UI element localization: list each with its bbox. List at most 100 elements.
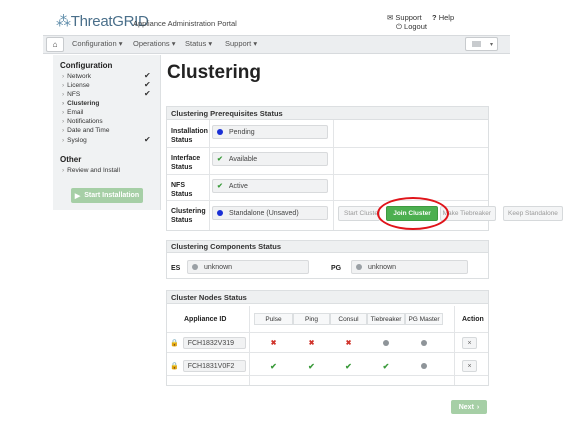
status-dot-icon [356,264,362,270]
status-dot-icon [367,337,405,349]
sidebar-item-syslog[interactable]: › Syslog [62,137,87,144]
status-dot-icon [405,337,443,349]
divider [249,306,250,385]
divider [167,147,488,148]
envelope-icon: ✉ [387,13,394,22]
chevron-right-icon: › [62,82,65,89]
check-icon: ✔ [144,80,151,89]
chevron-right-icon: › [62,73,65,80]
divider [167,375,488,376]
clustering-status-field: Standalone (Unsaved) [212,206,328,220]
x-icon: ✖ [270,340,277,347]
highlight-circle [377,197,449,230]
chevron-right-icon: › [476,403,480,411]
column-header-action: Action [462,316,484,323]
check-icon: ✔ [144,71,151,80]
next-button[interactable]: Next › [451,400,487,414]
column-header-pg-master: PG Master [405,313,443,325]
nav-status[interactable]: Status ▾ [185,39,212,48]
installation-status-field: Pending [212,125,328,139]
prereq-heading: Clustering Prerequisites Status [167,107,488,120]
chevron-down-icon: ▾ [490,41,494,48]
lock-icon: 🔒 [170,340,179,347]
support-link[interactable]: ✉ Support [387,13,422,22]
pg-status-field: unknown [351,260,468,274]
table-row: 🔒 FCH1832V319 [170,337,246,349]
appliance-id-field: FCH1831V0F2 [182,360,246,372]
divider [167,332,488,333]
check-icon: ✔ [217,156,223,163]
divider [167,174,488,175]
nav-support[interactable]: Support ▾ [225,39,257,48]
sidebar-item-clustering[interactable]: › Clustering [62,100,99,107]
nav-configuration[interactable]: Configuration ▾ [72,39,122,48]
divider [333,120,334,230]
sidebar-item-date-time[interactable]: › Date and Time [62,127,109,134]
sidebar-item-license[interactable]: › License [62,82,90,89]
sidebar-config-heading: Configuration [60,61,113,70]
play-icon: ▶ [74,192,81,200]
column-header-pulse: Pulse [254,313,293,325]
check-icon: ✔ [308,361,315,371]
nav-operations[interactable]: Operations ▾ [133,39,176,48]
chevron-right-icon: › [62,100,65,107]
installation-status-label: Installation Status [171,128,208,144]
divider [454,306,455,385]
question-icon: ? [432,13,437,22]
divider [209,120,210,230]
logo-subtitle: Appliance Administration Portal [133,19,237,28]
divider [167,200,488,201]
es-status-field: unknown [187,260,309,274]
status-dot-icon [192,264,198,270]
interface-status-label: Interface Status [171,155,201,171]
language-dropdown[interactable]: ▾ [465,37,498,51]
sidebar-item-notifications[interactable]: › Notifications [62,118,103,125]
sidebar-item-email[interactable]: › Email [62,109,83,116]
x-icon: ✖ [308,340,315,347]
sidebar-other-heading: Other [60,155,82,164]
flag-icon [472,41,481,47]
check-icon: ✔ [144,135,151,144]
chevron-right-icon: › [62,167,65,174]
keep-standalone-button[interactable]: Keep Standalone [503,206,563,221]
remove-node-button[interactable]: × [462,337,477,349]
logout-icon: ⏻ [396,22,402,31]
appliance-id-field: FCH1832V319 [182,337,246,349]
sidebar-item-review-install[interactable]: › Review and Install [62,167,120,174]
nodes-heading: Cluster Nodes Status [167,291,488,304]
page-title: Clustering [167,62,261,83]
column-header-ping: Ping [293,313,330,325]
chevron-right-icon: › [62,137,65,144]
pg-label: PG [331,265,342,272]
sidebar-item-nfs[interactable]: › NFS [62,91,80,98]
clustering-status-label: Clustering Status [171,208,206,224]
logout-link[interactable]: ⏻ Logout [396,22,427,32]
status-dot-icon [217,210,223,216]
help-link[interactable]: ? Help [432,13,454,22]
home-button[interactable]: ⌂ [46,37,64,52]
check-icon: ✔ [270,361,277,371]
check-icon: ✔ [144,89,151,98]
chevron-right-icon: › [62,91,65,98]
column-header-tiebreaker: Tiebreaker [367,313,405,325]
sidebar-item-network[interactable]: › Network [62,73,91,80]
column-header-appliance-id: Appliance ID [184,316,227,323]
chevron-right-icon: › [62,127,65,134]
status-dot-icon [405,360,443,372]
column-header-consul: Consul [330,313,367,325]
divider [167,352,488,353]
table-row: 🔒 FCH1831V0F2 [170,360,246,372]
chevron-right-icon: › [62,118,65,125]
components-heading: Clustering Components Status [167,241,488,253]
home-icon: ⌂ [52,40,58,49]
check-icon: ✔ [217,183,223,190]
remove-node-button[interactable]: × [462,360,477,372]
nfs-status-label: NFS Status [171,182,193,198]
nfs-status-field: ✔ Active [212,179,328,193]
es-label: ES [171,265,181,272]
chevron-right-icon: › [62,109,65,116]
start-installation-button[interactable]: ▶ Start Installation [71,188,143,203]
status-dot-icon [217,129,223,135]
start-cluster-button[interactable]: Start Cluster [338,206,380,221]
interface-status-field: ✔ Available [212,152,328,166]
